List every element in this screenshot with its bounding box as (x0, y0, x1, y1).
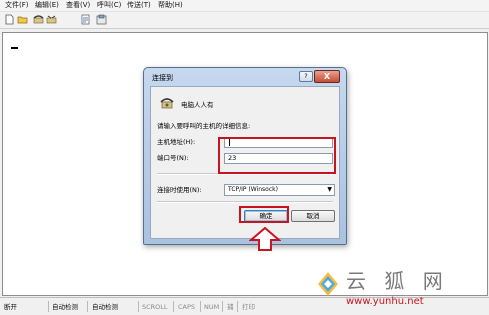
menu-bar: 文件(F) 编辑(E) 查看(V) 呼叫(C) 传送(T) 帮助(H) (0, 0, 489, 12)
toolbar (0, 12, 489, 29)
watermark-logo: 云 狐 网 www.yunhu.net (318, 269, 449, 307)
status-detect-2: 自动检测 (92, 303, 118, 311)
watermark-url: www.yunhu.net (346, 296, 424, 307)
cancel-button[interactable]: 取消 (291, 210, 335, 222)
status-detect-1: 自动检测 (52, 303, 78, 311)
menu-transfer[interactable]: 传送(T) (127, 1, 151, 10)
dialog-title: 连接到 (152, 74, 173, 82)
status-divider (200, 301, 201, 312)
new-file-icon[interactable] (4, 14, 15, 25)
status-divider (87, 301, 88, 312)
menu-view[interactable]: 查看(V) (66, 1, 90, 10)
highlight-box-fields (218, 137, 336, 174)
host-prompt: 请输入要呼叫的主机的详细信息: (157, 122, 251, 130)
phone-icon (160, 98, 174, 109)
status-divider (173, 301, 174, 312)
connect-using-label: 连接时使用(N): (157, 186, 202, 194)
connection-name: 电脑人人有 (181, 101, 214, 109)
status-divider (222, 301, 223, 312)
disconnect-icon[interactable] (46, 14, 57, 25)
phone-icon[interactable] (33, 14, 44, 25)
status-divider (237, 301, 238, 312)
menu-edit[interactable]: 编辑(E) (35, 1, 59, 10)
status-capture: 捕 (227, 303, 234, 311)
menu-call[interactable]: 呼叫(C) (97, 1, 121, 10)
arrow-up-icon (249, 226, 281, 251)
menu-help[interactable]: 帮助(H) (158, 1, 183, 10)
open-folder-icon[interactable] (17, 14, 28, 25)
status-caps: CAPS (178, 303, 196, 311)
highlight-box-ok (239, 206, 289, 223)
status-num: NUM (204, 303, 220, 311)
close-button[interactable]: X (314, 70, 340, 83)
chevron-down-icon: ▼ (327, 186, 332, 193)
status-divider (48, 301, 49, 312)
status-print: 打印 (242, 303, 255, 311)
help-button[interactable]: ? (299, 71, 313, 82)
host-label: 主机地址(H): (157, 138, 196, 146)
connect-using-value: TCP/IP (Winsock) (228, 186, 278, 193)
properties-icon[interactable] (96, 14, 107, 25)
separator-bottom (157, 201, 333, 203)
menu-file[interactable]: 文件(F) (5, 1, 29, 10)
watermark-text: 云 狐 网 (346, 269, 449, 293)
text-cursor (11, 47, 18, 49)
status-divider (138, 301, 139, 312)
send-icon[interactable] (80, 14, 91, 25)
connect-using-select[interactable]: TCP/IP (Winsock) ▼ (224, 184, 335, 196)
status-scroll: SCROLL (142, 303, 168, 311)
port-label: 端口号(N): (157, 154, 189, 162)
status-connection: 断开 (4, 303, 17, 311)
